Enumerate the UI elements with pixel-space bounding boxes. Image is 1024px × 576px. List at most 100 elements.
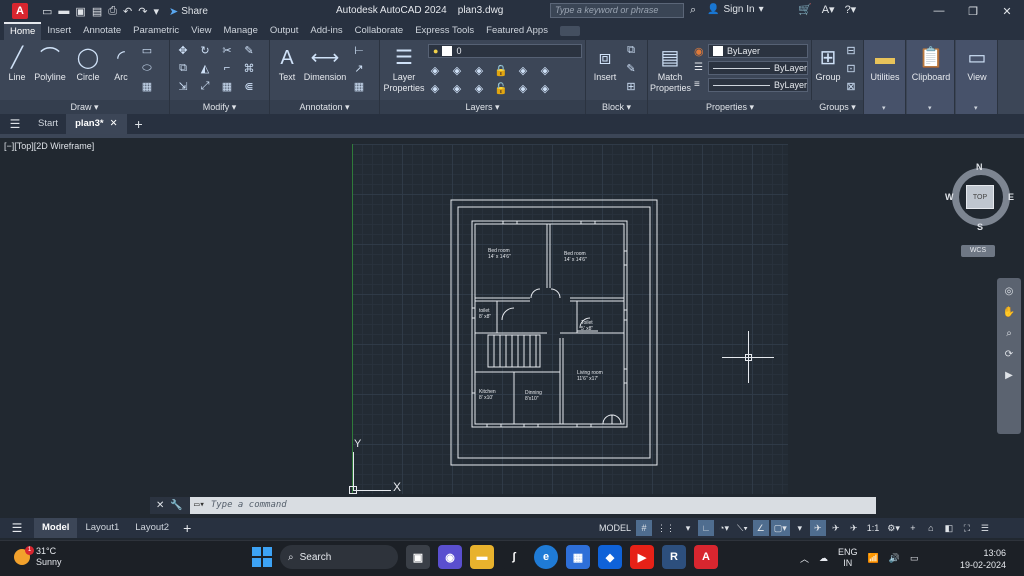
autocad-taskbar-icon[interactable]: A: [694, 545, 718, 569]
leader-icon[interactable]: ↗: [352, 62, 366, 75]
group-select-icon[interactable]: ⊠: [844, 80, 858, 93]
tab-output[interactable]: Output: [264, 22, 305, 40]
snap-toggle-icon[interactable]: ⋮⋮: [654, 520, 678, 536]
compass-south[interactable]: S: [977, 222, 983, 232]
offset-icon[interactable]: ⋐: [242, 80, 256, 93]
edge-icon[interactable]: e: [534, 545, 558, 569]
volume-icon[interactable]: 🔊: [889, 553, 900, 564]
move-icon[interactable]: ✥: [176, 44, 190, 57]
autocad-logo[interactable]: A: [12, 3, 28, 19]
tab-featured-apps[interactable]: Featured Apps: [480, 22, 554, 40]
language-indicator[interactable]: ENG IN: [838, 547, 858, 569]
object-snap-icon[interactable]: ▢▾: [770, 520, 790, 536]
new-tab-icon[interactable]: +: [135, 116, 143, 132]
explode-icon[interactable]: ⌘: [242, 62, 256, 75]
undo-icon[interactable]: ↶: [123, 5, 132, 18]
hardware-acceleration-icon[interactable]: ◧: [941, 520, 957, 536]
restore-icon[interactable]: ❐: [956, 0, 990, 22]
viewcube-top-face[interactable]: TOP: [966, 185, 994, 209]
isodraft-icon[interactable]: ⟍▾: [734, 520, 751, 536]
text-tool[interactable]: A Text: [276, 44, 298, 82]
edit-block-icon[interactable]: ✎: [624, 62, 638, 75]
circle-tool[interactable]: ◯ Circle: [74, 44, 102, 82]
plus-icon[interactable]: +: [905, 520, 921, 536]
share-button[interactable]: ➤ Share: [169, 5, 208, 18]
compass-west[interactable]: W: [945, 192, 954, 202]
show-hidden-icons-icon[interactable]: ︿: [800, 552, 809, 565]
copy-icon[interactable]: ⧉: [176, 62, 190, 75]
customize-dropdown-icon[interactable]: ▾: [153, 5, 159, 18]
save-icon[interactable]: ▣: [75, 5, 85, 18]
grid-toggle-icon[interactable]: #: [636, 520, 653, 536]
annotation-visibility-icon[interactable]: ✈: [809, 520, 826, 536]
rotate-icon[interactable]: ↻: [198, 44, 212, 57]
start-tab[interactable]: Start: [30, 114, 68, 134]
array-modify-icon[interactable]: ▦: [220, 80, 234, 93]
help-icon[interactable]: ?▾: [845, 3, 857, 16]
dropbox-icon[interactable]: ◆: [598, 545, 622, 569]
plot-icon[interactable]: ⎙: [108, 5, 117, 18]
close-icon[interactable]: ✕: [990, 0, 1024, 22]
linetype-dropdown[interactable]: ByLayer: [708, 61, 808, 75]
layer-lock-icon[interactable]: 🔒: [494, 64, 508, 77]
weather-widget[interactable]: 1 31°C Sunny: [14, 546, 62, 568]
tab-insert[interactable]: Insert: [41, 22, 77, 40]
clean-screen-icon[interactable]: ⛶: [959, 520, 975, 536]
layer-properties-tool[interactable]: ☰ Layer Properties: [382, 44, 426, 94]
attribute-icon[interactable]: ⊞: [624, 80, 638, 93]
tab-parametric[interactable]: Parametric: [127, 22, 185, 40]
close-tab-icon[interactable]: ✕: [110, 118, 118, 129]
more-options-icon[interactable]: ▾: [792, 520, 808, 536]
task-view-icon[interactable]: ▣: [406, 545, 430, 569]
menu-hamburger-icon[interactable]: ☰: [0, 117, 30, 131]
model-space-button[interactable]: MODEL: [596, 520, 634, 536]
workspace-gear-icon[interactable]: ⚙▾: [884, 520, 903, 536]
layer-isolate-icon[interactable]: ◈: [450, 64, 464, 77]
customize-wrench-icon[interactable]: 🔧: [170, 500, 182, 511]
infer-constraints-icon[interactable]: ▾: [680, 520, 696, 536]
layer-merge-icon[interactable]: ◈: [538, 82, 552, 95]
redo-icon[interactable]: ↷: [138, 5, 147, 18]
customize-status-icon[interactable]: ☰: [977, 520, 993, 536]
open-folder-icon[interactable]: ▬: [58, 5, 69, 17]
layer-walk-icon[interactable]: ◈: [538, 64, 552, 77]
linear-dim-icon[interactable]: ⊢: [352, 44, 366, 57]
sketch-app-icon[interactable]: ʃ: [502, 545, 526, 569]
group-tool[interactable]: ⊞ Group: [814, 44, 842, 82]
system-clock[interactable]: 13:06 19-02-2024: [944, 547, 1006, 571]
revit-icon[interactable]: R: [662, 545, 686, 569]
cart-icon[interactable]: 🛒: [798, 3, 812, 16]
mirror-icon[interactable]: ◭: [198, 62, 212, 75]
file-explorer-icon[interactable]: ▬: [470, 545, 494, 569]
group-edit-icon[interactable]: ⊡: [844, 62, 858, 75]
tab-layout1[interactable]: Layout1: [77, 518, 127, 538]
layer-dropdown[interactable]: ● 0: [428, 44, 582, 58]
help-search-input[interactable]: Type a keyword or phrase: [550, 3, 684, 18]
new-layout-icon[interactable]: +: [183, 520, 191, 536]
dimension-tool[interactable]: ⟷ Dimension: [302, 44, 348, 82]
array-icon[interactable]: ▦: [140, 80, 154, 93]
sign-in-button[interactable]: 👤 Sign In ▾: [707, 4, 764, 15]
modify-panel-title[interactable]: Modify ▾: [170, 100, 269, 114]
store-icon[interactable]: ▦: [566, 545, 590, 569]
minimize-icon[interactable]: —: [922, 0, 956, 22]
command-input[interactable]: ▭▾ Type a command: [190, 497, 876, 514]
create-block-icon[interactable]: ⧉: [624, 44, 638, 57]
layer-thaw-icon[interactable]: ◈: [472, 82, 486, 95]
block-panel-title[interactable]: Block ▾: [586, 100, 647, 114]
scale-icon[interactable]: ⤢: [198, 80, 212, 93]
tab-express-tools[interactable]: Express Tools: [409, 22, 480, 40]
ribbon-minimize-toggle[interactable]: [559, 26, 580, 36]
color-dropdown[interactable]: ByLayer: [708, 44, 808, 58]
line-tool[interactable]: ╱ Line: [6, 44, 28, 82]
tab-view[interactable]: View: [185, 22, 217, 40]
match-properties-tool[interactable]: ▤ Match Properties: [650, 44, 691, 94]
drawing-canvas[interactable]: [−][Top][2D Wireframe] Bed room 14' x 14…: [0, 138, 1024, 515]
isolate-objects-icon[interactable]: ⌂: [923, 520, 939, 536]
tab-annotate[interactable]: Annotate: [77, 22, 127, 40]
autodesk-account-icon[interactable]: A▾: [822, 3, 835, 16]
arc-tool[interactable]: ◜ Arc: [110, 44, 132, 82]
layer-previous-icon[interactable]: ◈: [516, 82, 530, 95]
tab-layout2[interactable]: Layout2: [127, 518, 177, 538]
clipboard-panel[interactable]: 📋 Clipboard ▾: [907, 40, 955, 114]
